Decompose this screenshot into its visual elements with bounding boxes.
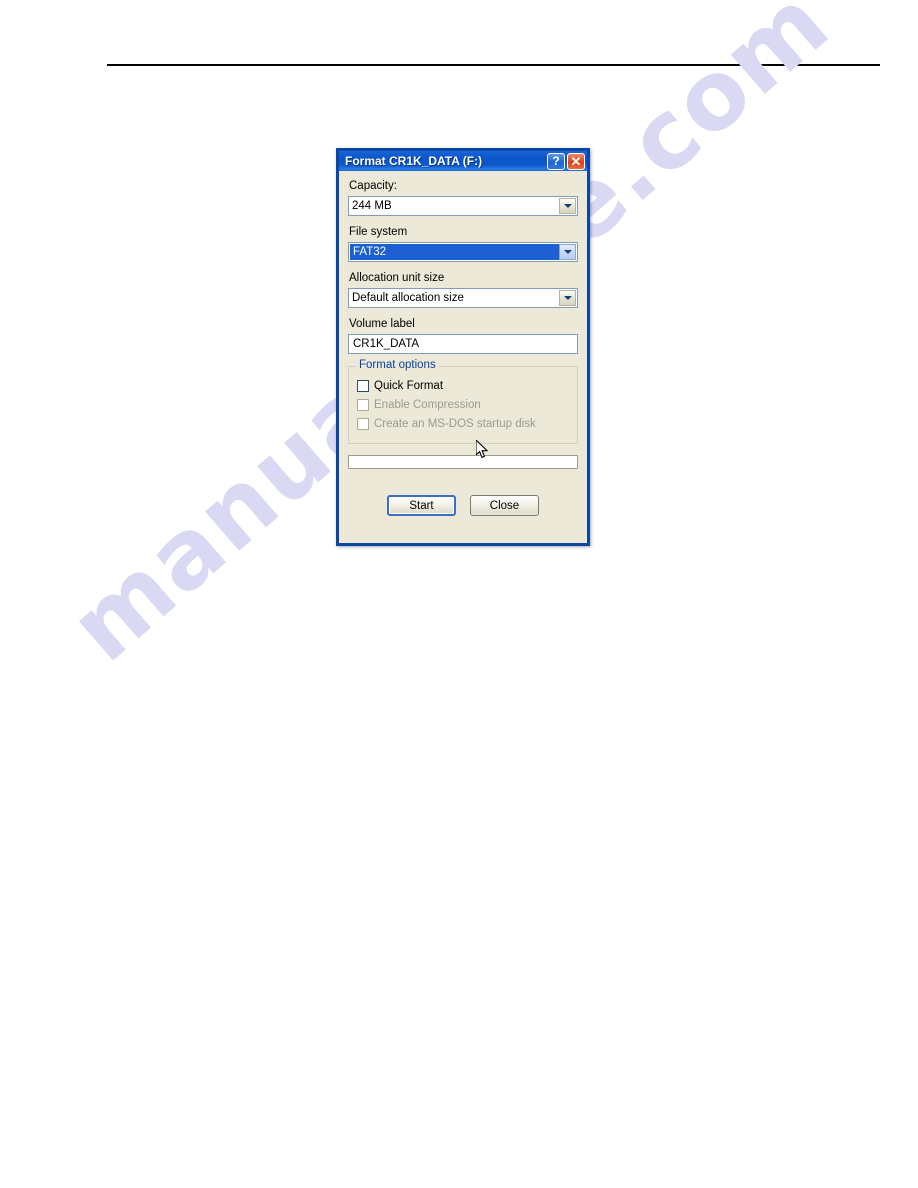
enable-compression-label: Enable Compression xyxy=(374,399,481,411)
file-system-value: FAT32 xyxy=(350,244,559,260)
quick-format-checkbox[interactable] xyxy=(357,380,369,392)
file-system-combobox[interactable]: FAT32 xyxy=(348,242,578,262)
close-dialog-button[interactable]: Close xyxy=(470,495,539,516)
dialog-title: Format CR1K_DATA (F:) xyxy=(345,154,483,168)
volume-label-input[interactable]: CR1K_DATA xyxy=(348,334,578,354)
volume-label-label: Volume label xyxy=(349,318,415,330)
quick-format-label: Quick Format xyxy=(374,380,444,392)
create-msdos-startup-disk-row: Create an MS-DOS startup disk xyxy=(357,415,569,433)
create-msdos-startup-disk-label: Create an MS-DOS startup disk xyxy=(374,418,536,430)
start-button[interactable]: Start xyxy=(387,495,456,516)
dialog-titlebar[interactable]: Format CR1K_DATA (F:) ? ✕ xyxy=(336,148,590,171)
format-progress-bar xyxy=(348,455,578,469)
allocation-unit-size-value: Default allocation size xyxy=(352,292,464,304)
format-dialog: Format CR1K_DATA (F:) ? ✕ Capacity: 244 … xyxy=(336,148,590,546)
create-msdos-startup-disk-checkbox xyxy=(357,418,369,430)
page-header-rule xyxy=(107,64,880,66)
chevron-down-icon[interactable] xyxy=(559,198,576,214)
question-mark-icon: ? xyxy=(552,154,560,168)
quick-format-row[interactable]: Quick Format xyxy=(357,377,569,395)
dialog-button-row: Start Close xyxy=(348,495,578,516)
allocation-unit-size-label: Allocation unit size xyxy=(349,272,445,284)
file-system-label: File system xyxy=(349,226,408,238)
format-options-legend: Format options xyxy=(356,359,439,371)
chevron-down-icon[interactable] xyxy=(559,244,576,260)
allocation-unit-size-combobox[interactable]: Default allocation size xyxy=(348,288,578,308)
enable-compression-checkbox xyxy=(357,399,369,411)
volume-label-value: CR1K_DATA xyxy=(353,338,420,350)
close-icon: ✕ xyxy=(570,153,582,169)
enable-compression-row: Enable Compression xyxy=(357,396,569,414)
help-button[interactable]: ? xyxy=(547,152,565,170)
capacity-value: 244 MB xyxy=(352,200,392,212)
dialog-body: Capacity: 244 MB File system FAT32 Alloc… xyxy=(339,171,587,516)
capacity-label: Capacity: xyxy=(349,180,397,192)
capacity-combobox[interactable]: 244 MB xyxy=(348,196,578,216)
format-options-group: Format options Quick Format Enable Compr… xyxy=(348,359,578,444)
chevron-down-icon[interactable] xyxy=(559,290,576,306)
close-button[interactable]: ✕ xyxy=(567,152,585,170)
